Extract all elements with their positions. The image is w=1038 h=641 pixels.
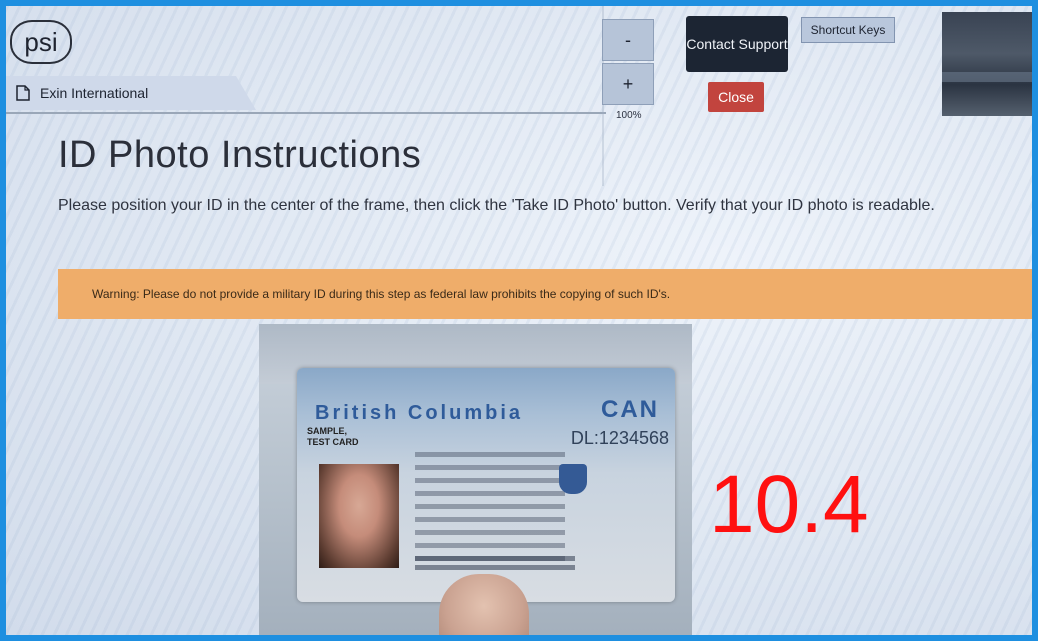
id-dl-number: DL:1234568 (570, 428, 669, 448)
countdown-timer: 10.4 (709, 459, 869, 550)
id-province-text: British Columbia (315, 402, 524, 424)
id-name-line2: TEST CARD (307, 437, 359, 447)
tab-exin-international[interactable]: Exin International (6, 76, 256, 110)
webcam-thumbnail (942, 12, 1032, 116)
close-button[interactable]: Close (708, 82, 764, 112)
holding-thumb (439, 574, 529, 635)
document-icon (16, 85, 30, 101)
id-name-line1: SAMPLE, (307, 426, 348, 436)
tab-label: Exin International (40, 85, 149, 101)
contact-support-button[interactable]: Contact Support (686, 16, 788, 72)
warning-text: Warning: Please do not provide a militar… (92, 287, 671, 301)
warning-banner: Warning: Please do not provide a militar… (58, 269, 1032, 319)
page-title: ID Photo Instructions (58, 134, 422, 176)
id-details-blur (415, 452, 565, 562)
screen-area: psi Exin International - + 100% Contact … (6, 6, 1032, 635)
zoom-level-label: 100% (616, 110, 642, 121)
id-photo-preview: British Columbia CAN SAMPLE, TEST CARD D… (259, 324, 692, 635)
id-portrait (319, 464, 399, 568)
zoom-out-button[interactable]: - (602, 19, 654, 61)
crest-icon (559, 464, 587, 494)
psi-logo: psi (10, 20, 72, 64)
instructions-text: Please position your ID in the center of… (58, 197, 935, 214)
id-country-text: CAN (601, 396, 659, 423)
zoom-in-button[interactable]: + (602, 63, 654, 105)
shortcut-keys-button[interactable]: Shortcut Keys (801, 17, 895, 43)
tab-divider (6, 112, 606, 114)
id-address-blur (415, 556, 575, 574)
id-name-text: SAMPLE, TEST CARD (307, 426, 359, 448)
id-card: British Columbia CAN SAMPLE, TEST CARD D… (297, 368, 675, 602)
